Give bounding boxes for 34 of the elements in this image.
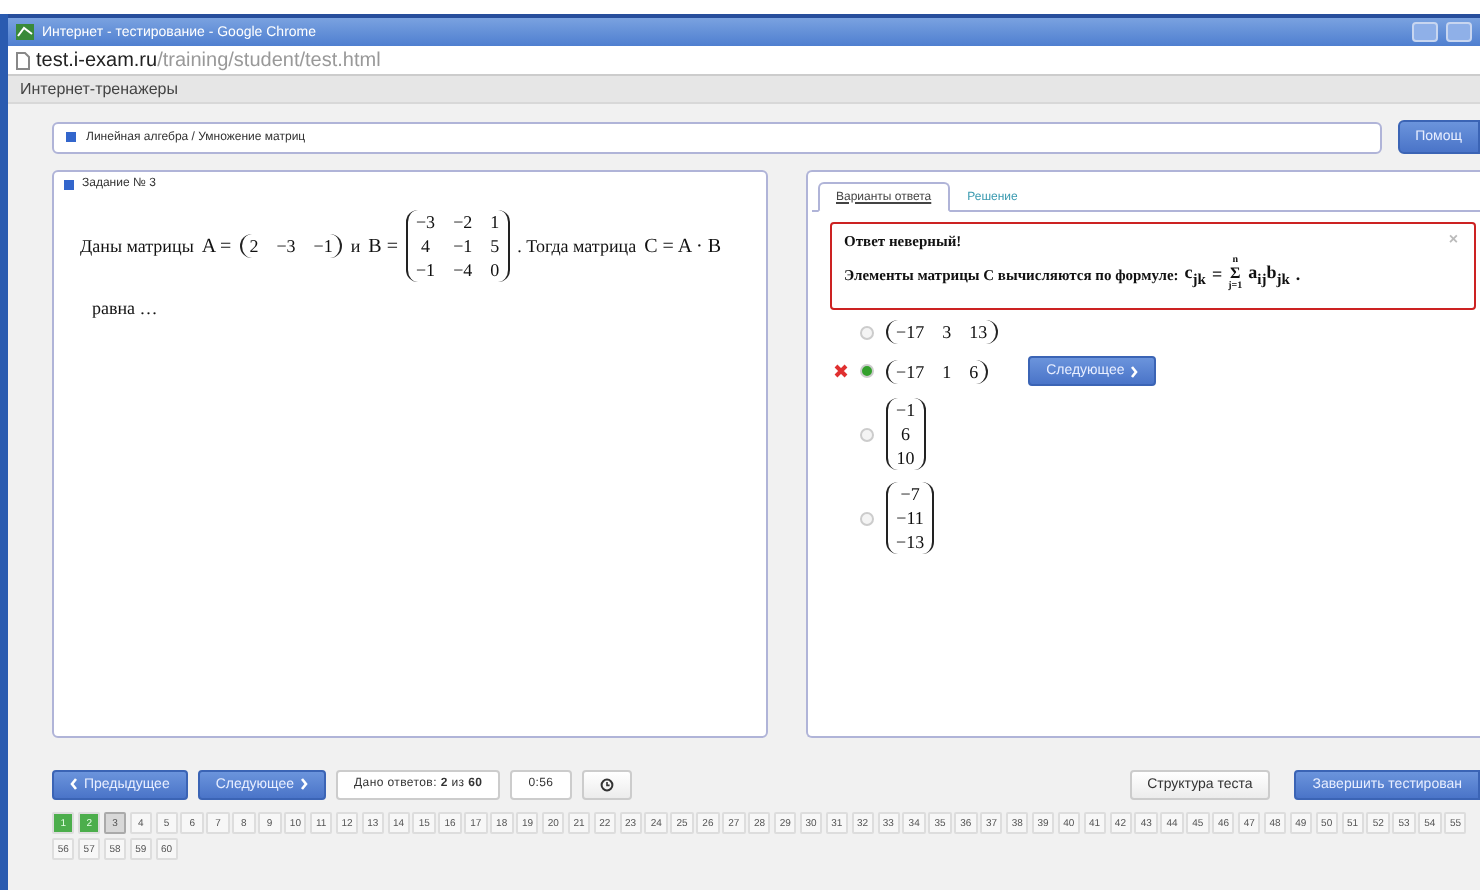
radio-button[interactable] (860, 427, 874, 441)
matrix: −1 6 10 (886, 398, 926, 470)
math-expression: a$_{ij}$b$_{jk}$ (1248, 261, 1290, 287)
math-expression: A = (201, 235, 232, 257)
maximize-button[interactable] (1446, 22, 1472, 42)
clock-button[interactable] (581, 769, 632, 799)
chevron-right-icon (1130, 365, 1139, 377)
question-text: и (350, 236, 361, 256)
browser-icon (16, 24, 34, 40)
matrix: −7 −11 −13 (886, 482, 935, 554)
chevron-left-icon (70, 778, 78, 790)
matrix: −17 1 6 (886, 359, 989, 383)
radio-button[interactable] (860, 511, 874, 525)
radio-button[interactable] (860, 364, 874, 378)
page-icon (16, 51, 30, 69)
matrix: −17 3 13 (886, 320, 998, 344)
question-text: равна … (92, 298, 160, 318)
matrix: −3 −2 1 4 −1 5 −1 −4 0 (405, 210, 510, 282)
address-url[interactable]: test.i-exam.ru/training/student/test.html (36, 49, 381, 71)
math-expression: c$_{jk}$ (1184, 261, 1206, 287)
math-expression: B = (368, 235, 398, 257)
math-expression: = (1211, 264, 1223, 284)
chevron-right-icon (300, 778, 309, 790)
minimize-button[interactable] (1412, 22, 1438, 42)
clock-icon (599, 777, 614, 791)
radio-button[interactable] (860, 325, 874, 339)
math-expression: . (1295, 264, 1301, 284)
square-icon (66, 132, 76, 142)
question-text: . Тогда матрица (517, 236, 637, 256)
question-text: Даны матрицы (80, 236, 194, 256)
square-icon (64, 179, 74, 189)
math-expression: C = A · B (644, 235, 722, 257)
app-header: Интернет-тренажеры (8, 76, 1480, 104)
matrix: 2 −3 −1 (239, 234, 343, 258)
